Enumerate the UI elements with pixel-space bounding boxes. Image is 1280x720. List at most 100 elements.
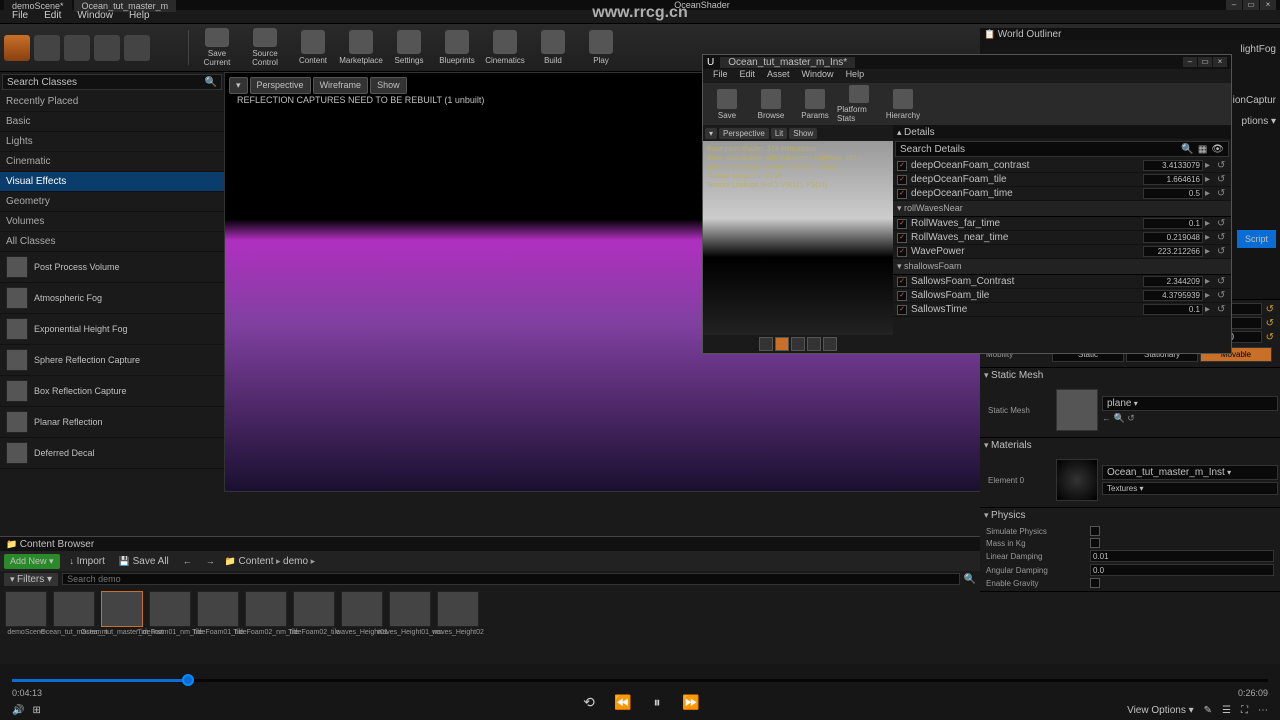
asset-item[interactable]: TideFoam01_nm_tile (148, 591, 192, 660)
asset-item[interactable]: waves_Height01 (340, 591, 384, 660)
category-lights[interactable]: Lights (0, 132, 224, 152)
popup-minimize[interactable]: – (1183, 57, 1197, 67)
asset-search[interactable] (62, 573, 959, 585)
asset-item[interactable]: waves_Height01_nm (388, 591, 432, 660)
param-checkbox[interactable]: ✓ (897, 219, 907, 229)
params-button[interactable]: Params (793, 85, 837, 123)
place-item[interactable]: Exponential Height Fog (0, 314, 224, 345)
place-item[interactable]: Atmospheric Fog (0, 283, 224, 314)
place-item[interactable]: Sphere Reflection Capture (0, 345, 224, 376)
path-crumbs[interactable]: 📁 Content ▸ demo ▸ (225, 556, 315, 567)
physics-checkbox[interactable] (1090, 578, 1100, 588)
param-checkbox[interactable]: ✓ (897, 189, 907, 199)
material-titlebar[interactable]: U Ocean_tut_master_m_Ins* – ▭ × (703, 55, 1231, 69)
save-button[interactable]: Save (705, 85, 749, 123)
shape-cube[interactable] (807, 337, 821, 351)
more-icon[interactable]: ⋯ (1258, 705, 1268, 716)
category-all-classes[interactable]: All Classes (0, 232, 224, 252)
spinner-icon[interactable]: ▸ (1205, 232, 1215, 243)
hierarchy-button[interactable]: Hierarchy (881, 85, 925, 123)
viewport-wireframe[interactable]: Wireframe (313, 77, 369, 94)
param-checkbox[interactable]: ✓ (897, 233, 907, 243)
param-value[interactable]: 223.212266 (1143, 246, 1203, 257)
cinematics-button[interactable]: Cinematics (483, 26, 527, 69)
shape-mesh[interactable] (823, 337, 837, 351)
place-item[interactable]: Post Process Volume (0, 252, 224, 283)
mat-menu-asset[interactable]: Asset (761, 69, 796, 83)
category-geometry[interactable]: Geometry (0, 192, 224, 212)
eye-icon[interactable]: 👁 (1211, 144, 1224, 155)
spinner-icon[interactable]: ▸ (1205, 174, 1215, 185)
physics-header[interactable]: ▾ Physics (980, 508, 1280, 523)
fullscreen-icon[interactable]: ⛶ (1241, 705, 1248, 716)
browse-button[interactable]: Browse (749, 85, 793, 123)
list-icon[interactable]: ☰ (1222, 705, 1231, 716)
textures-dropdown[interactable]: Textures ▾ (1102, 482, 1278, 495)
dropdown-icon[interactable]: ▾ (229, 77, 248, 94)
param-group[interactable]: ▾ rollWavesNear (893, 201, 1231, 217)
script-button[interactable]: Script (1237, 230, 1276, 248)
param-value[interactable]: 0.5 (1143, 188, 1203, 199)
platform-stats-button[interactable]: Platform Stats (837, 85, 881, 123)
shape-plane[interactable] (791, 337, 805, 351)
filters-button[interactable]: ▾ Filters ▾ (4, 573, 58, 586)
menu-file[interactable]: File (4, 10, 36, 23)
param-checkbox[interactable]: ✓ (897, 305, 907, 315)
content-browser-tab[interactable]: 📁 Content Browser (0, 537, 980, 551)
mat-menu-help[interactable]: Help (840, 69, 871, 83)
asset-item[interactable]: Ocean_tut_master_m_Inst (100, 591, 144, 660)
save-current-button[interactable]: Save Current (195, 26, 239, 69)
category-visual-effects[interactable]: Visual Effects (0, 172, 224, 192)
param-value[interactable]: 4.3795939 (1143, 290, 1203, 301)
param-checkbox[interactable]: ✓ (897, 277, 907, 287)
asset-item[interactable]: TideFoam01_tile (196, 591, 240, 660)
preview-perspective[interactable]: Perspective (719, 128, 769, 139)
menu-help[interactable]: Help (121, 10, 158, 23)
physics-checkbox[interactable] (1090, 526, 1100, 536)
param-checkbox[interactable]: ✓ (897, 247, 907, 257)
seek-knob[interactable] (182, 674, 194, 686)
prev-icon[interactable]: ⟲ (579, 694, 599, 714)
spinner-icon[interactable]: ▸ (1205, 304, 1215, 315)
cc-icon[interactable]: ⊞ (32, 705, 40, 716)
paint-mode-icon[interactable] (34, 35, 60, 61)
static-mesh-select[interactable]: plane ▾ (1102, 396, 1278, 411)
mat-menu-window[interactable]: Window (796, 69, 840, 83)
static-mesh-thumb[interactable] (1056, 389, 1098, 431)
spinner-icon[interactable]: ▸ (1205, 290, 1215, 301)
place-item[interactable]: Deferred Decal (0, 438, 224, 469)
spinner-icon[interactable]: ▸ (1205, 160, 1215, 171)
geometry-mode-icon[interactable] (124, 35, 150, 61)
place-item[interactable]: Planar Reflection (0, 407, 224, 438)
asset-item[interactable]: TideFoam02_nm_tile (244, 591, 288, 660)
spinner-icon[interactable]: ▸ (1205, 188, 1215, 199)
spinner-icon[interactable]: ▸ (1205, 218, 1215, 229)
blueprints-button[interactable]: Blueprints (435, 26, 479, 69)
asset-item[interactable]: waves_Height02 (436, 591, 480, 660)
preview-dropdown-icon[interactable]: ▾ (705, 128, 717, 139)
preview-show[interactable]: Show (789, 128, 817, 139)
spinner-icon[interactable]: ▸ (1205, 246, 1215, 257)
save-all-button[interactable]: 💾 Save All (115, 554, 173, 569)
close-button[interactable]: × (1260, 0, 1276, 10)
spinner-icon[interactable]: ▸ (1205, 276, 1215, 287)
pause-icon[interactable]: ⏸ (647, 694, 667, 714)
physics-value[interactable]: 0.0 (1090, 564, 1274, 576)
material-tab[interactable]: Ocean_tut_master_m_Ins* (720, 57, 855, 68)
reset-icon[interactable]: ↺ (1217, 290, 1227, 301)
place-search[interactable]: Search Classes 🔍 (2, 74, 222, 90)
reset-icon[interactable]: ↺ (1266, 332, 1274, 343)
param-value[interactable]: 3.4133079 (1143, 160, 1203, 171)
reset-icon[interactable]: ↺ (1217, 188, 1227, 199)
edit-icon[interactable]: ✎ (1204, 705, 1212, 716)
param-checkbox[interactable]: ✓ (897, 161, 907, 171)
reset-icon[interactable]: ↺ (1217, 218, 1227, 229)
popup-restore[interactable]: ▭ (1198, 57, 1212, 67)
popup-close[interactable]: × (1213, 57, 1227, 67)
preview-viewport[interactable]: Base pass shader: 374 instructions Base … (703, 141, 893, 335)
forward-icon[interactable]: ⏩ (681, 694, 701, 714)
seek-bar[interactable] (12, 672, 1268, 688)
view-options[interactable]: View Options ▾ (1127, 705, 1194, 716)
asset-item[interactable]: TideFoam02_tile (292, 591, 336, 660)
reset-icon[interactable]: ↺ (1217, 276, 1227, 287)
